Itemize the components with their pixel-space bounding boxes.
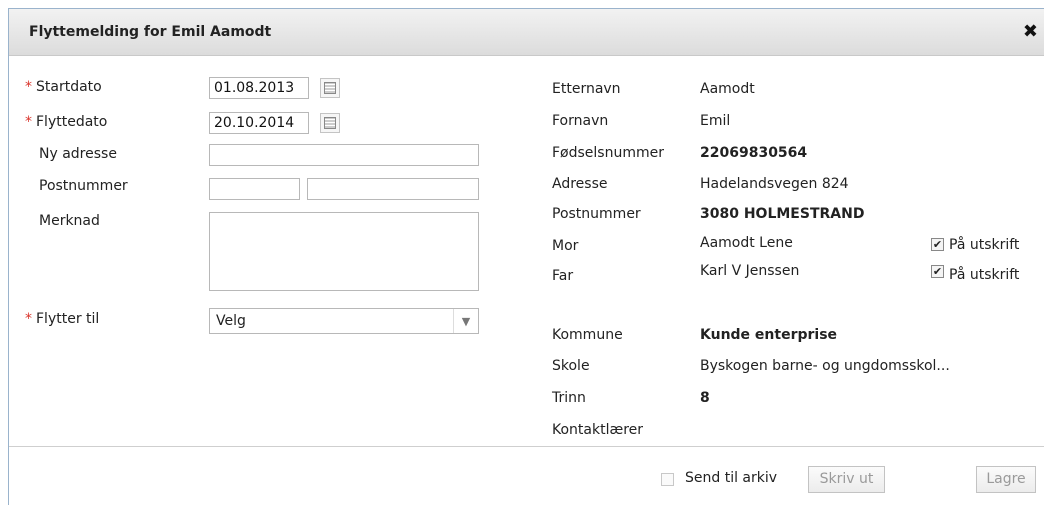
- flytter-til-label: * Flytter til: [25, 311, 99, 327]
- skole-label: Skole: [552, 358, 590, 374]
- fodselsnummer-value: 22069830564: [700, 145, 808, 161]
- postnummer-label: Postnummer: [39, 178, 128, 194]
- ny-adresse-input[interactable]: [209, 144, 479, 166]
- poststed-input[interactable]: [307, 178, 479, 200]
- trinn-label: Trinn: [552, 390, 586, 406]
- skriv-ut-button[interactable]: Skriv ut: [808, 466, 885, 493]
- merknad-textarea[interactable]: [209, 212, 479, 291]
- far-label: Far: [552, 268, 574, 284]
- flytter-til-select[interactable]: Velg ▼: [209, 308, 479, 334]
- required-marker: *: [25, 311, 32, 327]
- flyttedato-input[interactable]: [209, 112, 309, 134]
- kontaktlaerer-label: Kontaktlærer: [552, 422, 644, 438]
- adresse-value: Hadelandsvegen 824: [700, 176, 849, 192]
- fornavn-label: Fornavn: [552, 113, 609, 129]
- kommune-label: Kommune: [552, 327, 623, 343]
- flytter-til-selected: Velg: [216, 313, 246, 329]
- startdato-label-text: Startdato: [36, 79, 102, 95]
- far-value: Karl V Jenssen: [700, 263, 800, 279]
- etternavn-label: Etternavn: [552, 81, 621, 97]
- fornavn-value: Emil: [700, 113, 731, 129]
- chevron-down-icon: ▼: [453, 309, 478, 333]
- send-til-arkiv-checkbox[interactable]: [661, 473, 674, 486]
- send-til-arkiv-label: Send til arkiv: [685, 470, 778, 486]
- flyttedato-label: * Flyttedato: [25, 114, 107, 130]
- merknad-label: Merknad: [39, 213, 100, 229]
- calendar-icon[interactable]: [320, 113, 340, 133]
- adresse-label: Adresse: [552, 176, 608, 192]
- required-marker: *: [25, 79, 32, 95]
- ny-adresse-label: Ny adresse: [39, 146, 117, 162]
- far-print-label: På utskrift: [949, 267, 1020, 283]
- mor-value: Aamodt Lene: [700, 235, 793, 251]
- postnummer-info-value: 3080 HOLMESTRAND: [700, 206, 865, 222]
- mor-print-label: På utskrift: [949, 237, 1020, 253]
- postnummer-info-label: Postnummer: [552, 206, 641, 222]
- postnummer-input[interactable]: [209, 178, 300, 200]
- mor-print-checkbox[interactable]: ✔: [931, 238, 944, 251]
- move-notice-dialog: Flyttemelding for Emil Aamodt ✖ * Startda…: [8, 8, 1044, 505]
- required-marker: *: [25, 114, 32, 130]
- dialog-titlebar: Flyttemelding for Emil Aamodt ✖: [9, 9, 1044, 56]
- startdato-input[interactable]: [209, 77, 309, 99]
- fodselsnummer-label: Fødselsnummer: [552, 145, 664, 161]
- mor-label: Mor: [552, 238, 579, 254]
- kommune-value: Kunde enterprise: [700, 327, 838, 343]
- footer-divider: [9, 446, 1044, 447]
- etternavn-value: Aamodt: [700, 81, 755, 97]
- lagre-button[interactable]: Lagre: [976, 466, 1036, 493]
- dialog-title: Flyttemelding for Emil Aamodt: [29, 24, 272, 40]
- flytter-til-label-text: Flytter til: [36, 311, 100, 327]
- far-print-checkbox[interactable]: ✔: [931, 265, 944, 278]
- trinn-value: 8: [700, 390, 710, 406]
- flyttedato-label-text: Flyttedato: [36, 114, 108, 130]
- calendar-icon[interactable]: [320, 78, 340, 98]
- close-icon[interactable]: ✖: [1023, 21, 1038, 42]
- startdato-label: * Startdato: [25, 79, 102, 95]
- skole-value: Byskogen barne- og ungdomsskol...: [700, 358, 950, 374]
